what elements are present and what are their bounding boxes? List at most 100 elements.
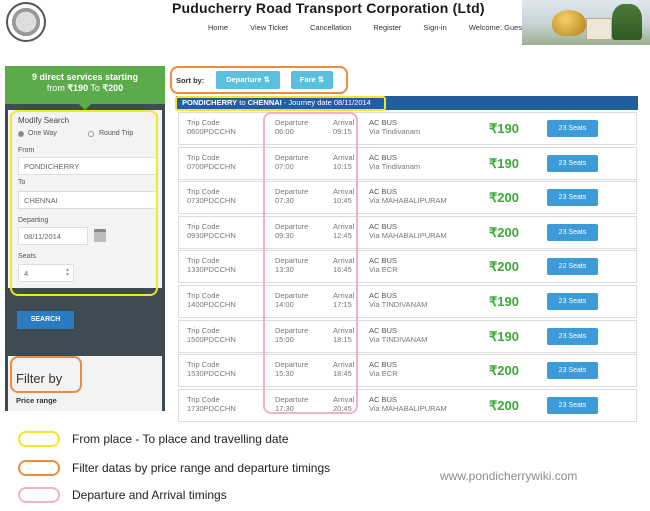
fare-price: ₹190 [489,155,519,171]
seats-button[interactable]: 22 Seats [547,258,598,276]
search-button[interactable]: SEARCH [17,311,74,329]
search-sidebar: 9 direct services starting from ₹190 To … [5,66,165,411]
arrival-time: 18:45 [333,369,352,379]
from-input[interactable]: PONDICHERRY [18,157,157,175]
departing-label: Departing [18,217,49,224]
seats-button[interactable]: 23 Seats [547,362,598,380]
modify-search-form: Modify Search One Way Round Trip From PO… [8,110,162,288]
bus-row[interactable]: Trip Code 0730PDCCHN Departure 07:30 Arrival… [178,181,637,215]
seats-button[interactable]: 23 Seats [547,120,598,137]
watermark: www.pondicherrywiki.com [440,469,578,483]
bus-route: Via MAHABALIPURAM [369,230,447,240]
nav-view-ticket[interactable]: View Ticket [250,23,288,32]
bus-route: Via TINDIVANAM [369,300,428,309]
departure-time: 14:00 [275,300,294,309]
arrival-time: 09:15 [333,127,352,136]
journey-to: CHENNAI [247,98,282,107]
nav-register[interactable]: Register [373,23,401,32]
arrival-time: 18:15 [333,334,352,344]
arrival-time: 10:15 [333,161,352,171]
sort-by-label: Sort by: [176,76,205,85]
fare-price: ₹190 [489,294,519,309]
legend-swatch-pink [18,487,60,503]
bus-route: Via MAHABALIPURAM [369,196,447,206]
calendar-icon[interactable] [94,229,106,242]
trip-code-value: 0700PDCCHN [187,161,236,171]
round-trip-label: Round Trip [99,130,134,137]
seats-button[interactable]: 23 Seats [547,396,598,414]
price-range-label[interactable]: Price range [16,396,57,405]
bus-row[interactable]: Trip Code 1500PDCCHN Departure 15:00 Arrival… [178,319,637,353]
trip-code-value: 1730PDCCHN [187,403,236,413]
promo-prefix: from [46,83,68,93]
to-input[interactable]: CHENNAI [18,191,157,209]
one-way-label: One Way [28,130,57,137]
seats-button[interactable]: 23 Seats [547,223,598,241]
promo-to-price: ₹200 [102,83,124,93]
legend-swatch-orange [18,460,60,476]
fare-price: ₹200 [489,259,519,275]
seats-stepper-icon[interactable]: ▴ ▾ [66,267,69,278]
promo-line1: 9 direct services starting [31,72,139,82]
bus-row[interactable]: Trip Code 1330PDCCHN Departure 13:30 Arrival… [178,250,637,284]
departure-time: 07:30 [275,196,294,206]
promo-banner: 9 direct services starting from ₹190 To … [5,66,165,104]
seats-button[interactable]: 23 Seats [547,293,598,310]
bus-row[interactable]: Trip Code 0700PDCCHN Departure 07:00 Arrival… [178,146,637,180]
bus-row[interactable]: Trip Code 0930PDCCHN Departure 09:30 Arrival… [178,215,637,249]
trip-code-value: 0930PDCCHN [187,230,236,240]
one-way-radio[interactable] [18,131,24,137]
bus-route: Via MAHABALIPURAM [369,403,447,413]
departing-date-input[interactable]: 08/11/2014 [18,227,88,245]
seats-button[interactable]: 23 Seats [547,327,598,345]
trip-code-value: 1500PDCCHN [187,334,236,344]
departure-time: 15:30 [275,369,294,379]
departure-time: 07:00 [275,161,294,171]
journey-header: PONDICHERRY to CHENNAI - Journey date 08… [176,96,638,110]
from-label: From [18,147,35,154]
seats-label: Seats [18,253,36,260]
bus-route: Via Tindivanam [369,127,421,136]
fare-price: ₹190 [489,121,519,136]
golden-dome-image [552,10,586,36]
bus-row[interactable]: Trip Code 1400PDCCHN Departure 14:00 Arrival… [178,285,637,318]
seats-button[interactable]: 23 Seats [547,154,598,172]
journey-from: PONDICHERRY [182,98,238,107]
round-trip-radio[interactable] [88,131,94,137]
sort-departure-button[interactable]: Departure ⇅ [216,71,280,89]
journey-date: - Journey date 08/11/2014 [281,98,371,107]
prtc-logo[interactable] [6,2,46,42]
departure-time: 09:30 [275,230,294,240]
trip-code-value: 1330PDCCHN [187,265,236,275]
results-panel: Sort by: Departure ⇅ Fare ⇅ PONDICHERRY … [170,66,638,422]
palm-tree-image [612,4,642,40]
departure-time: 17:30 [275,403,294,413]
bus-row[interactable]: Trip Code 0600PDCCHN Departure 06:00 Arrival… [178,112,637,145]
arrival-time: 17:15 [333,300,352,309]
sort-fare-button[interactable]: Fare ⇅ [291,71,333,89]
bus-route: Via Tindivanam [369,161,421,171]
building-image [586,18,612,40]
bus-route: Via TINDIVANAM [369,334,428,344]
fare-price: ₹200 [489,190,519,206]
nav-home[interactable]: Home [208,23,228,32]
arrival-time: 20:45 [333,403,352,413]
legend-text-3: Departure and Arrival timings [72,488,227,502]
nav-cancellation[interactable]: Cancellation [310,23,351,32]
bus-row[interactable]: Trip Code 1730PDCCHN Departure 17:30 Arrival… [178,388,637,422]
legend-swatch-yellow [18,431,60,447]
top-nav: Home View Ticket Cancellation Register S… [208,23,544,32]
nav-sign-in[interactable]: Sign-in [423,23,446,32]
site-title: Puducherry Road Transport Corporation (L… [172,0,485,16]
bus-row[interactable]: Trip Code 1530PDCCHN Departure 15:30 Arrival… [178,354,637,388]
departure-time: 15:00 [275,334,294,344]
arrival-time: 16:45 [333,265,352,275]
fare-price: ₹200 [489,224,519,240]
fare-price: ₹200 [489,363,519,379]
seats-button[interactable]: 23 Seats [547,189,598,207]
to-label: To [18,179,26,186]
journey-to-word: to [237,98,248,107]
legend-text-1: From place - To place and travelling dat… [72,432,289,446]
bus-route: Via ECR [369,369,398,379]
arrival-time: 12:45 [333,230,352,240]
